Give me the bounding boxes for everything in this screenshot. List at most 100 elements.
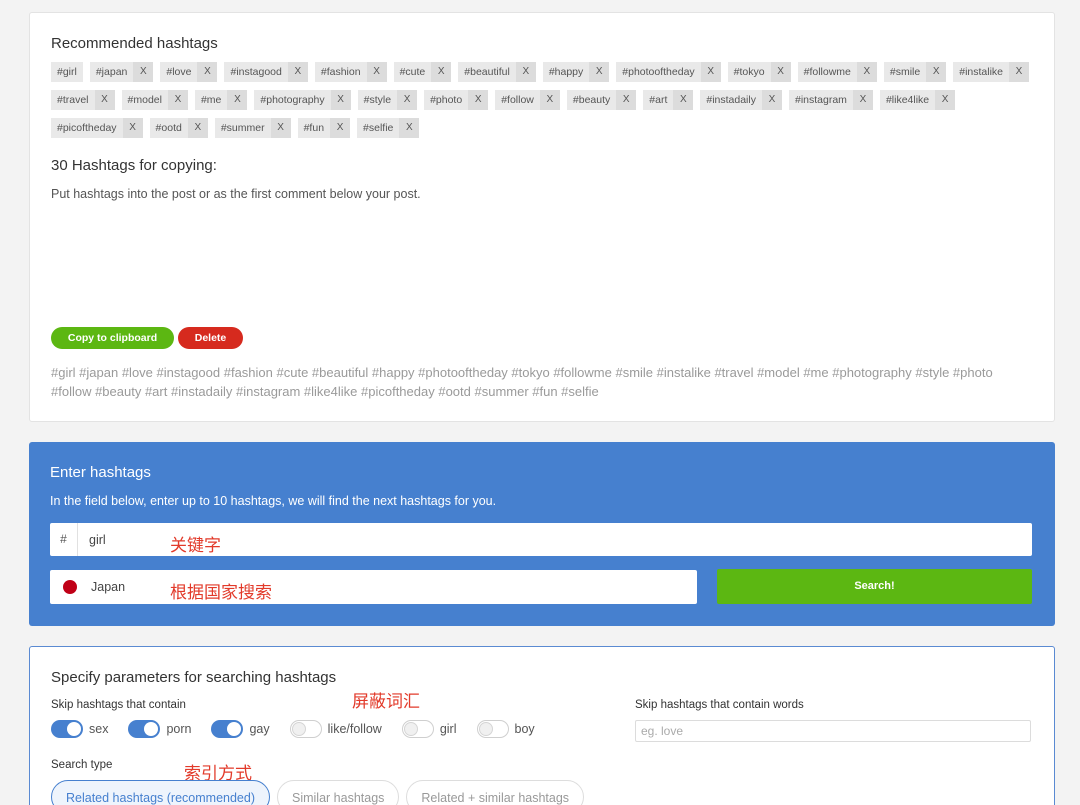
annotation-keyword: 关键字 <box>170 536 221 556</box>
skip-toggle[interactable]: like/follow <box>289 720 382 738</box>
skip-toggle[interactable]: sex <box>51 720 108 738</box>
search-type-option[interactable]: Similar hashtags <box>277 780 400 805</box>
search-type-label: Search type <box>51 759 113 771</box>
hashtag-chip: #photo X <box>424 90 489 110</box>
hashtag-chip: #smile X <box>883 62 947 82</box>
skip-toggle[interactable]: gay <box>211 720 270 738</box>
remove-hashtag-button[interactable]: X <box>539 90 560 110</box>
hashtag-chip: #fun X <box>297 118 351 138</box>
hashtag-chip-label: #tokyo <box>733 66 765 78</box>
search-type-option[interactable]: Related hashtags (recommended) <box>51 780 270 805</box>
country-select[interactable]: Japan <box>50 570 697 604</box>
hashtag-chip: #photooftheday X <box>616 62 721 82</box>
remove-hashtag-button[interactable]: X <box>673 90 694 110</box>
search-button[interactable]: Search! <box>717 569 1032 604</box>
toggle-knob <box>227 722 242 736</box>
hashtag-chip-label: #cute <box>399 66 426 78</box>
hashtag-chip-label: #fashion <box>320 66 361 78</box>
remove-hashtag-button[interactable]: X <box>287 62 308 82</box>
remove-hashtag-button[interactable]: X <box>399 118 420 138</box>
hashtag-chip-label: #selfie <box>363 122 394 134</box>
japan-flag-icon <box>63 580 77 594</box>
skip-toggle-group: sex porn gay like/follow girl boy <box>51 720 555 738</box>
delete-button[interactable]: Delete <box>178 327 243 349</box>
hashtag-chip-label: #style <box>363 94 392 106</box>
remove-hashtag-button[interactable]: X <box>856 62 877 82</box>
toggle-switch[interactable] <box>289 720 322 738</box>
hashtag-chip: #instalike X <box>953 62 1030 82</box>
remove-hashtag-button[interactable]: X <box>700 62 721 82</box>
hashtag-chip-list: #girl #japan X #love X #instagood X #fashion X #c… <box>51 62 1031 138</box>
remove-hashtag-button[interactable]: X <box>616 90 637 110</box>
annotation-block-words: 屏蔽词汇 <box>352 692 420 712</box>
hashtag-copy-list: #girl #japan #love #instagood #fashion #… <box>51 365 993 399</box>
hashtag-chip-label: #follow <box>501 94 534 106</box>
hashtag-chip: #beautiful X <box>458 62 536 82</box>
skip-words-label: Skip hashtags that contain words <box>635 699 804 711</box>
remove-hashtag-button[interactable]: X <box>515 62 536 82</box>
remove-hashtag-button[interactable]: X <box>431 62 452 82</box>
toggle-switch[interactable] <box>401 720 434 738</box>
toggle-switch[interactable] <box>476 720 509 738</box>
hashtag-chip: #followme X <box>797 62 877 82</box>
hashtag-chip-label: #ootd <box>155 122 182 134</box>
country-select-value: Japan <box>91 580 126 594</box>
remove-hashtag-button[interactable]: X <box>926 62 947 82</box>
toggle-switch[interactable] <box>211 720 244 738</box>
hashtag-chip-label: #instagram <box>794 94 847 106</box>
remove-hashtag-button[interactable]: X <box>227 90 248 110</box>
skip-toggle[interactable]: boy <box>476 720 535 738</box>
remove-hashtag-button[interactable]: X <box>852 90 873 110</box>
remove-hashtag-button[interactable]: X <box>468 90 489 110</box>
hashtag-chip-label: #love <box>166 66 192 78</box>
enter-hashtags-card: Enter hashtags In the field below, enter… <box>29 442 1055 626</box>
remove-hashtag-button[interactable]: X <box>197 62 218 82</box>
remove-hashtag-button[interactable]: X <box>330 118 351 138</box>
toggle-knob <box>144 722 159 736</box>
remove-hashtag-button[interactable]: X <box>770 62 791 82</box>
toggle-knob <box>478 722 493 736</box>
remove-hashtag-button[interactable]: X <box>187 118 208 138</box>
toggle-label: boy <box>514 722 535 736</box>
hashtag-chip: #travel X <box>51 90 115 110</box>
search-type-option[interactable]: Related + similar hashtags <box>406 780 585 805</box>
hashtag-chip: #cute X <box>393 62 452 82</box>
remove-hashtag-button[interactable]: X <box>270 118 291 138</box>
hashtag-chip: #model X <box>121 90 188 110</box>
toggle-switch[interactable] <box>51 720 83 738</box>
remove-hashtag-button[interactable]: X <box>167 90 188 110</box>
remove-hashtag-button[interactable]: X <box>366 62 387 82</box>
hashtag-chip-label: #photooftheday <box>622 66 695 78</box>
remove-hashtag-button[interactable]: X <box>330 90 351 110</box>
remove-hashtag-button[interactable]: X <box>935 90 956 110</box>
skip-words-input[interactable]: eg. love <box>635 720 1031 742</box>
search-type-options: Related hashtags (recommended) Similar ha… <box>51 780 591 805</box>
hashtag-chip: #selfie X <box>357 118 420 138</box>
hashtag-chip-label: #photography <box>260 94 325 106</box>
toggle-switch[interactable] <box>128 720 161 738</box>
hashtag-chip-label: #instagood <box>230 66 282 78</box>
remove-hashtag-button[interactable]: X <box>397 90 418 110</box>
remove-hashtag-button[interactable]: X <box>122 118 143 138</box>
hashtag-chip: #art X <box>643 90 694 110</box>
remove-hashtag-button[interactable]: X <box>94 90 115 110</box>
recommended-card: Recommended hashtags #girl #japan X #love X #… <box>29 12 1055 422</box>
remove-hashtag-button[interactable]: X <box>761 90 782 110</box>
toggle-label: like/follow <box>327 722 382 736</box>
enter-hashtags-title: Enter hashtags <box>50 464 151 481</box>
skip-toggle[interactable]: porn <box>128 720 191 738</box>
hashtag-chip-label: #fun <box>303 122 325 134</box>
toggle-label: sex <box>89 722 109 736</box>
skip-toggle[interactable]: girl <box>401 720 457 738</box>
copy-to-clipboard-button[interactable]: Copy to clipboard <box>51 327 174 349</box>
hashtag-chip: #love X <box>160 62 218 82</box>
hashtag-chip: #girl <box>51 62 83 82</box>
hashtag-input-value[interactable]: girl <box>78 533 106 547</box>
hash-prefix: # <box>50 523 78 556</box>
toggle-knob <box>403 722 418 736</box>
remove-hashtag-button[interactable]: X <box>1009 62 1030 82</box>
hashtag-chip: #photography X <box>254 90 351 110</box>
remove-hashtag-button[interactable]: X <box>133 62 154 82</box>
remove-hashtag-button[interactable]: X <box>589 62 610 82</box>
hashtag-chip-label: #art <box>649 94 668 106</box>
